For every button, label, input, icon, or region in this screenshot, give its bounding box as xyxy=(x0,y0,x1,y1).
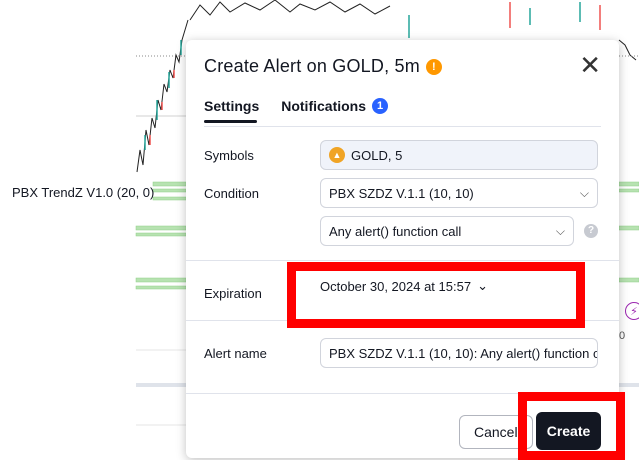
dialog-tabs: Settings Notifications 1 xyxy=(204,98,389,123)
symbols-field[interactable]: ▲ GOLD, 5 xyxy=(320,140,598,170)
condition-value: PBX SZDZ V.1.1 (10, 10) xyxy=(329,185,474,201)
condition-select[interactable]: PBX SZDZ V.1.1 (10, 10) ⌵ xyxy=(320,178,598,208)
alert-name-label: Alert name xyxy=(204,346,267,361)
zone-band xyxy=(152,181,187,187)
condition-trigger-select[interactable]: Any alert() function call ⌵ xyxy=(320,216,574,246)
gold-symbol-icon: ▲ xyxy=(329,147,345,163)
chevron-down-icon: ⌵ xyxy=(579,185,589,200)
close-icon[interactable]: ✕ xyxy=(579,52,601,78)
alert-name-value: PBX SZDZ V.1.1 (10, 10): Any alert() fun… xyxy=(329,345,598,361)
warning-icon[interactable]: ! xyxy=(425,58,442,75)
highlight-expiration-box xyxy=(287,262,585,328)
lightning-icon[interactable]: ⚡ xyxy=(625,302,639,320)
tab-settings[interactable]: Settings xyxy=(204,98,260,123)
expiration-label: Expiration xyxy=(204,286,262,301)
dialog-title: Create Alert on GOLD, 5m ! xyxy=(204,56,442,77)
symbols-value: GOLD, 5 xyxy=(351,147,403,163)
condition-label: Condition xyxy=(204,186,259,201)
tabs-divider xyxy=(204,126,601,127)
dialog-title-text: Create Alert on GOLD, 5m xyxy=(204,56,420,76)
axis-value: 0 xyxy=(619,330,626,342)
condition-trigger-value: Any alert() function call xyxy=(329,223,462,239)
section-divider xyxy=(186,260,619,261)
tab-notifications[interactable]: Notifications 1 xyxy=(281,98,389,121)
tab-notifications-label: Notifications xyxy=(281,98,367,114)
symbols-label: Symbols xyxy=(204,148,254,163)
chevron-down-icon: ⌵ xyxy=(555,223,565,238)
tab-settings-label: Settings xyxy=(204,98,260,114)
help-icon[interactable]: ? xyxy=(584,224,598,238)
indicator-legend-label[interactable]: PBX TrendZ V1.0 (20, 0) xyxy=(12,185,154,200)
highlight-create-box xyxy=(518,392,625,460)
alert-name-input[interactable]: PBX SZDZ V.1.1 (10, 10): Any alert() fun… xyxy=(320,338,598,368)
notifications-count-badge: 1 xyxy=(372,98,389,114)
